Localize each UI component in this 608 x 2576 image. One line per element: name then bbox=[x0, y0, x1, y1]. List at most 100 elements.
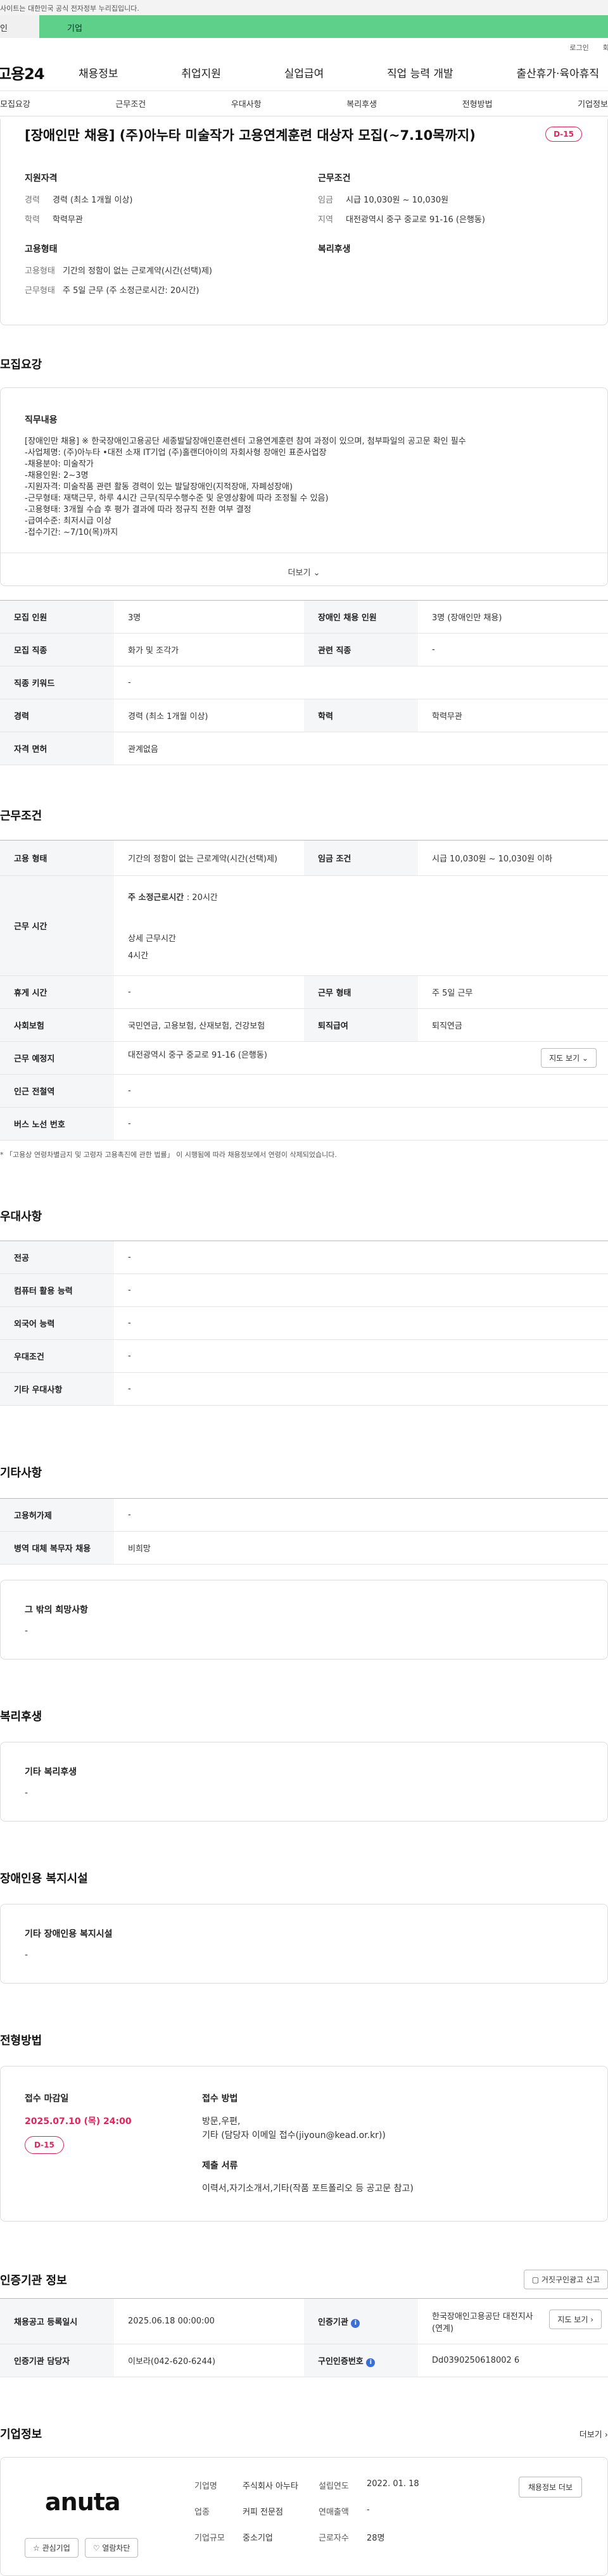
tab-recruit[interactable]: 모집요강 bbox=[0, 97, 34, 109]
section-title-process: 전형방법 bbox=[0, 2034, 42, 2048]
method-block: 접수 방법 방문,우편, 기타 (담당자 이메일 접수(jiyoun@kead.… bbox=[202, 2092, 414, 2196]
emptype-label: 근무형태 bbox=[25, 286, 55, 296]
info-icon[interactable]: i bbox=[366, 2358, 376, 2367]
cert-org-cell: 한국장애인고용공단 대전지사(연계) 지도 보기 › bbox=[418, 2298, 608, 2344]
detail-hours-value: 4시간 bbox=[128, 951, 149, 961]
cell-value: - bbox=[114, 1498, 608, 1532]
cell-value: 학력무관 bbox=[418, 699, 608, 732]
cell-value: 이보라(042-620-6244) bbox=[114, 2344, 304, 2377]
documents-value: 이력서,자기소개서,기타(작품 포트폴리오 등 공고문 참고) bbox=[202, 2184, 414, 2194]
tab-personal[interactable]: 인 bbox=[0, 15, 39, 38]
cert-org-label-cell: 인증기관 i bbox=[304, 2298, 418, 2344]
table-row: 컴퓨터 활용 능력 - bbox=[0, 1273, 608, 1307]
conditions-block: 근무조건 임금 시급 10,030원 ~ 10,030원 지역 대전광역시 중구 중… bbox=[318, 172, 586, 303]
description-more-button[interactable]: 더보기 ⌄ bbox=[1, 553, 607, 585]
company-more-link[interactable]: 더보기 › bbox=[580, 2428, 608, 2440]
map-view-button[interactable]: 지도 보기 ⌄ bbox=[541, 1048, 597, 1068]
table-row: 우대조건 - bbox=[0, 1339, 608, 1373]
block-company-button[interactable]: ♡ 열람차단 bbox=[84, 2538, 139, 2558]
more-label: 더보기 bbox=[288, 568, 311, 578]
login-link[interactable]: 로그인 bbox=[569, 42, 588, 54]
cell-label: 외국어 능력 bbox=[0, 1306, 114, 1340]
company-field-label: 연매출액 bbox=[319, 2508, 349, 2517]
tab-preferences[interactable]: 우대사항 bbox=[227, 97, 265, 109]
cell-value: 시급 10,030원 ~ 10,030원 이하 bbox=[418, 840, 608, 876]
info-icon[interactable]: i bbox=[351, 2318, 360, 2328]
job-title: [장애인만 채용] (주)아누타 미술작가 고용연계훈련 대상자 모집(~7.1… bbox=[25, 128, 476, 143]
process-card: 접수 마감일 2025.07.10 (목) 24:00 D-15 접수 방법 방… bbox=[0, 2066, 608, 2222]
welfare-heading: 복리후생 bbox=[318, 244, 351, 254]
deadline-value: 2025.07.10 (목) 24:00 bbox=[25, 2116, 132, 2127]
section-title-welfare: 복리후생 bbox=[0, 1710, 42, 1723]
cert-map-button[interactable]: 지도 보기 › bbox=[549, 2309, 602, 2329]
work-table: 고용 형태 기간의 정함이 없는 근로계약(시간(선택)제) 임금 조건 시급 … bbox=[0, 840, 608, 1141]
site-logo[interactable]: 고용24 bbox=[0, 61, 79, 84]
signup-link[interactable]: 회원 bbox=[603, 42, 608, 54]
company-field-value: 커피 전문점 bbox=[243, 2508, 283, 2517]
gnb-item-unemployment-benefit[interactable]: 실업급여 bbox=[284, 65, 324, 80]
tab-company[interactable]: 기업 bbox=[39, 15, 608, 38]
table-row: 근무 시간 주 소정근로시간 : 20시간 상세 근무시간 4시간 bbox=[0, 875, 608, 976]
cond-label: 지역 bbox=[318, 215, 333, 225]
conditions-heading: 근무조건 bbox=[318, 173, 351, 184]
cell-label: 채용공고 등록일시 bbox=[0, 2298, 114, 2344]
cell-label: 퇴직급여 bbox=[304, 1008, 418, 1042]
tab-process[interactable]: 전형방법 bbox=[459, 97, 497, 109]
cell-label: 버스 노선 번호 bbox=[0, 1107, 114, 1141]
gnb-menu: 채용정보 취업지원 실업급여 직업 능력 개발 출산휴가·육아휴직 bbox=[79, 65, 608, 80]
table-row: 병역 대체 복무자 채용 비희망 bbox=[0, 1531, 608, 1565]
job-posting-page: 사이트는 대한민국 공식 전자정부 누리집입니다. 인 기업 로그인 회원 고용… bbox=[0, 0, 608, 2576]
cell-label: 직종 키워드 bbox=[0, 666, 114, 699]
welfare-card: 기타 복리후생 - bbox=[0, 1742, 608, 1822]
gnb-item-parental-leave[interactable]: 출산휴가·육아휴직 bbox=[516, 65, 599, 80]
report-false-ad-button[interactable]: ▢ 거짓구인광고 신고 bbox=[523, 2270, 608, 2289]
company-info-grid: 기업명 주식회사 아누타 설립연도 2022. 01. 18 업종 커피 전문점… bbox=[194, 2479, 455, 2543]
cond-label: 임금 bbox=[318, 196, 333, 205]
table-row: 직종 키워드 - bbox=[0, 666, 608, 699]
cell-label: 병역 대체 복무자 채용 bbox=[0, 1531, 114, 1565]
cell-value: 화가 및 조각가 bbox=[114, 633, 304, 666]
gov-notice-text: 사이트는 대한민국 공식 전자정부 누리집입니다. bbox=[0, 4, 139, 13]
table-row: 고용허가제 - bbox=[0, 1498, 608, 1532]
welfare-item-value: - bbox=[25, 1788, 28, 1798]
tab-company[interactable]: 기업정보 bbox=[574, 97, 608, 109]
company-field-label: 기업명 bbox=[194, 2482, 217, 2491]
table-row: 사회보험 국민연금, 고용보험, 산재보험, 건강보험 퇴직급여 퇴직연금 bbox=[0, 1008, 608, 1042]
cell-label: 우대조건 bbox=[0, 1339, 114, 1373]
cell-label: 근무 형태 bbox=[304, 975, 418, 1009]
tab-work-conditions[interactable]: 근무조건 bbox=[111, 97, 149, 109]
cert-header: 인증기관 정보 ▢ 거짓구인광고 신고 bbox=[0, 2270, 608, 2289]
deadline-heading: 접수 마감일 bbox=[25, 2094, 69, 2104]
favorite-company-button[interactable]: ☆ 관심기업 bbox=[25, 2538, 79, 2558]
cell-label: 장애인 채용 인원 bbox=[304, 600, 418, 634]
job-description-heading: 직무내용 bbox=[25, 415, 58, 425]
company-actions: ☆ 관심기업 ♡ 열람차단 bbox=[25, 2538, 139, 2558]
qualification-block: 지원자격 경력 경력 (최소 1개월 이상) 학력 학력무관 고용형태 고용형태 기간… bbox=[25, 172, 293, 303]
cell-label: 컴퓨터 활용 능력 bbox=[0, 1273, 114, 1307]
table-row: 고용 형태 기간의 정함이 없는 근로계약(시간(선택)제) 임금 조건 시급 … bbox=[0, 840, 608, 876]
gnb-item-employment-support[interactable]: 취업지원 bbox=[181, 65, 221, 80]
gnb-item-jobs[interactable]: 채용정보 bbox=[79, 65, 118, 80]
company-field-label: 설립연도 bbox=[319, 2482, 349, 2491]
job-description-text: [장애인만 채용] ※ 한국장애인고용공단 세종발달장애인훈련센터 고용연계훈련… bbox=[25, 437, 466, 537]
tab-welfare[interactable]: 복리후생 bbox=[343, 97, 381, 109]
cond-value: 시급 10,030원 ~ 10,030원 bbox=[346, 196, 449, 205]
section-tabs: 모집요강 근무조건 우대사항 복리후생 전형방법 기업정보 bbox=[0, 91, 608, 116]
report-label: 거짓구인광고 신고 bbox=[541, 2275, 600, 2284]
company-field-label: 근로자수 bbox=[319, 2534, 349, 2543]
disability-facilities-card: 기타 장애인용 복지시설 - bbox=[0, 1904, 608, 1984]
company-logo: anuta bbox=[45, 2488, 121, 2516]
gnb-item-skills-development[interactable]: 직업 능력 개발 bbox=[387, 65, 453, 80]
table-row: 모집 인원 3명 장애인 채용 인원 3명 (장애인만 채용) bbox=[0, 600, 608, 634]
cert-table: 채용공고 등록일시 2025.06.18 00:00:00 인증기관 i 한국장… bbox=[0, 2298, 608, 2377]
cell-label: 인근 전철역 bbox=[0, 1074, 114, 1108]
deadline-block: 접수 마감일 2025.07.10 (목) 24:00 D-15 bbox=[25, 2092, 202, 2196]
cell-value: - bbox=[114, 1372, 608, 1406]
work-hours-cell: 주 소정근로시간 : 20시간 상세 근무시간 4시간 bbox=[114, 875, 608, 976]
company-field-value: - bbox=[367, 2505, 370, 2515]
other-wishes-card: 그 밖의 희망사항 - bbox=[0, 1580, 608, 1660]
age-footnote: * 「고용상 연령차별금지 및 고령자 고용촉진에 관한 법률」 이 시행됨에 … bbox=[0, 1151, 337, 1159]
emptype-label: 고용형태 bbox=[25, 266, 55, 276]
company-jobs-button[interactable]: 채용정보 더보 bbox=[518, 2477, 582, 2498]
cert-org-value: 한국장애인고용공단 대전지사(연계) bbox=[432, 2311, 533, 2334]
